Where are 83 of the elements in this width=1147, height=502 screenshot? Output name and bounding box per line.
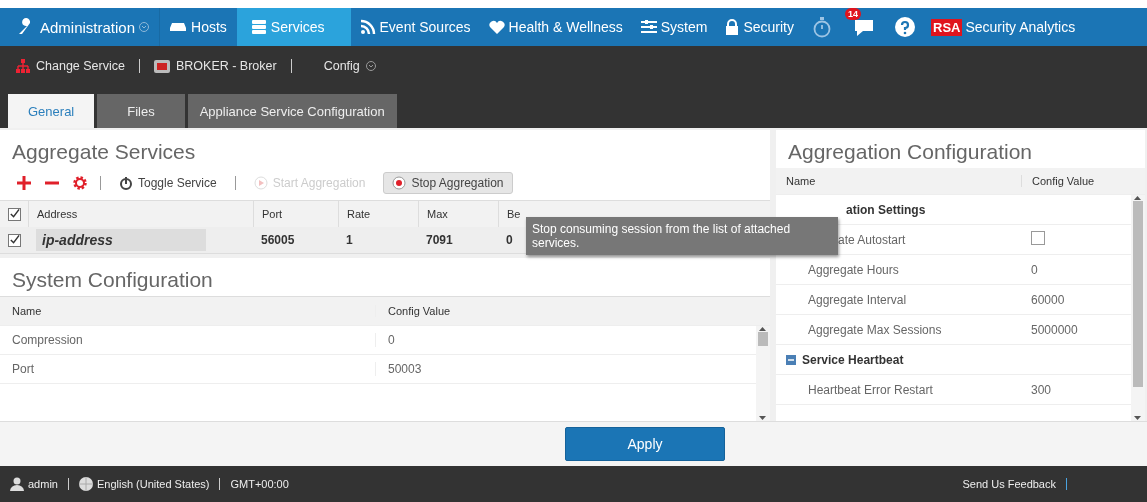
- scroll-thumb[interactable]: [1133, 201, 1143, 387]
- table-cell-text: Compression: [11, 333, 84, 347]
- brand-logo: RSA: [931, 18, 963, 36]
- timezone: GMT+00:00: [230, 478, 289, 490]
- sliders-icon: [640, 20, 657, 34]
- property-name: Aggregate Max Sessions: [807, 322, 943, 337]
- hierarchy-icon[interactable]: [16, 59, 30, 73]
- scrollbar[interactable]: [756, 326, 770, 421]
- property-name: Heartbeat Error Restart: [807, 382, 934, 397]
- property-value: 300: [1030, 382, 1052, 397]
- checkbox[interactable]: [7, 233, 21, 247]
- section-title: System Configuration: [11, 267, 214, 293]
- tab[interactable]: Appliance Service Configuration: [187, 94, 397, 128]
- table-cell-text: 0: [505, 233, 513, 247]
- nav-label: Administration: [40, 18, 136, 36]
- property-value: 0: [1030, 262, 1038, 277]
- tab[interactable]: General: [8, 94, 95, 128]
- property-value: 5000000: [1030, 322, 1078, 337]
- table-cell: 50003: [375, 362, 422, 376]
- nav-label: Services: [270, 19, 325, 35]
- stopwatch-icon[interactable]: [813, 16, 831, 38]
- settings-icon[interactable]: [72, 175, 88, 191]
- dropdown-icon[interactable]: [365, 61, 376, 71]
- nav-label: Event Sources: [379, 19, 471, 35]
- property-name: ate Autostart: [837, 232, 907, 247]
- nav-label: Security: [743, 19, 794, 35]
- globe-icon: [78, 477, 93, 491]
- language[interactable]: English (United States): [96, 478, 210, 490]
- scrollbar[interactable]: [1131, 195, 1145, 421]
- product-name: Security Analytics: [965, 19, 1076, 35]
- checkbox[interactable]: [1031, 231, 1045, 245]
- stop-aggregation-button[interactable]: Stop Aggregation: [383, 172, 513, 194]
- nav-tab[interactable]: System: [631, 8, 717, 46]
- collapse-icon[interactable]: [786, 354, 796, 365]
- nav-label: System: [660, 19, 708, 35]
- table-cell-text: 7091: [425, 233, 454, 247]
- property-value: 60000: [1030, 292, 1065, 307]
- heart-icon: [488, 19, 505, 35]
- nav-tab[interactable]: Event Sources: [350, 8, 480, 46]
- table-cell: ip-address: [36, 229, 206, 251]
- help-icon[interactable]: [895, 17, 915, 37]
- tab[interactable]: Files: [97, 94, 185, 128]
- service-name[interactable]: BROKER - Broker: [175, 59, 277, 73]
- view-selector[interactable]: Config: [323, 59, 360, 73]
- toggle-service-button[interactable]: Toggle Service: [113, 173, 223, 193]
- group-label[interactable]: ation Settings: [786, 202, 926, 217]
- nav-tab[interactable]: Health & Wellness: [479, 8, 632, 46]
- nav-tab[interactable]: Hosts: [160, 8, 237, 46]
- username[interactable]: admin: [28, 478, 58, 490]
- group-label[interactable]: Service Heartbeat: [802, 352, 904, 367]
- nav-tab[interactable]: Security: [716, 8, 803, 46]
- notification-badge: 14: [845, 8, 861, 20]
- scroll-thumb[interactable]: [758, 332, 768, 346]
- nav-label: Hosts: [191, 19, 227, 35]
- feedback-link[interactable]: Send Us Feedback: [962, 478, 1056, 490]
- section-title: Aggregation Configuration: [787, 139, 1033, 165]
- rss-icon: [359, 19, 376, 35]
- table-cell-text: Port: [11, 362, 35, 376]
- lock-icon: [725, 19, 740, 35]
- user-icon: [10, 477, 24, 491]
- table-cell-text: 56005: [260, 233, 296, 247]
- broker-icon: [153, 59, 170, 73]
- host-icon: [169, 22, 188, 32]
- record-icon: [392, 176, 407, 190]
- apply-button[interactable]: Apply: [565, 427, 725, 461]
- column-header[interactable]: Name: [0, 305, 375, 317]
- power-icon: [119, 176, 133, 190]
- table-cell: 0: [375, 333, 395, 347]
- property-name: Aggregate Interval: [807, 292, 908, 307]
- column-header[interactable]: Name: [776, 175, 1021, 187]
- database-icon: [250, 19, 267, 35]
- dropdown-icon: [139, 22, 150, 32]
- checkbox[interactable]: [7, 207, 21, 221]
- change-service-link[interactable]: Change Service: [36, 59, 125, 73]
- section-title: Aggregate Services: [11, 139, 197, 165]
- play-icon: [253, 176, 268, 190]
- table-cell-text: 1: [345, 233, 354, 247]
- tooltip: Stop consuming session from the list of attached services.: [526, 217, 838, 255]
- add-icon[interactable]: [16, 175, 32, 191]
- column-header[interactable]: Config Value: [1021, 175, 1095, 187]
- nav-label: Health & Wellness: [508, 19, 623, 35]
- property-name: Aggregate Hours: [807, 262, 900, 277]
- column-header[interactable]: Config Value: [375, 305, 451, 317]
